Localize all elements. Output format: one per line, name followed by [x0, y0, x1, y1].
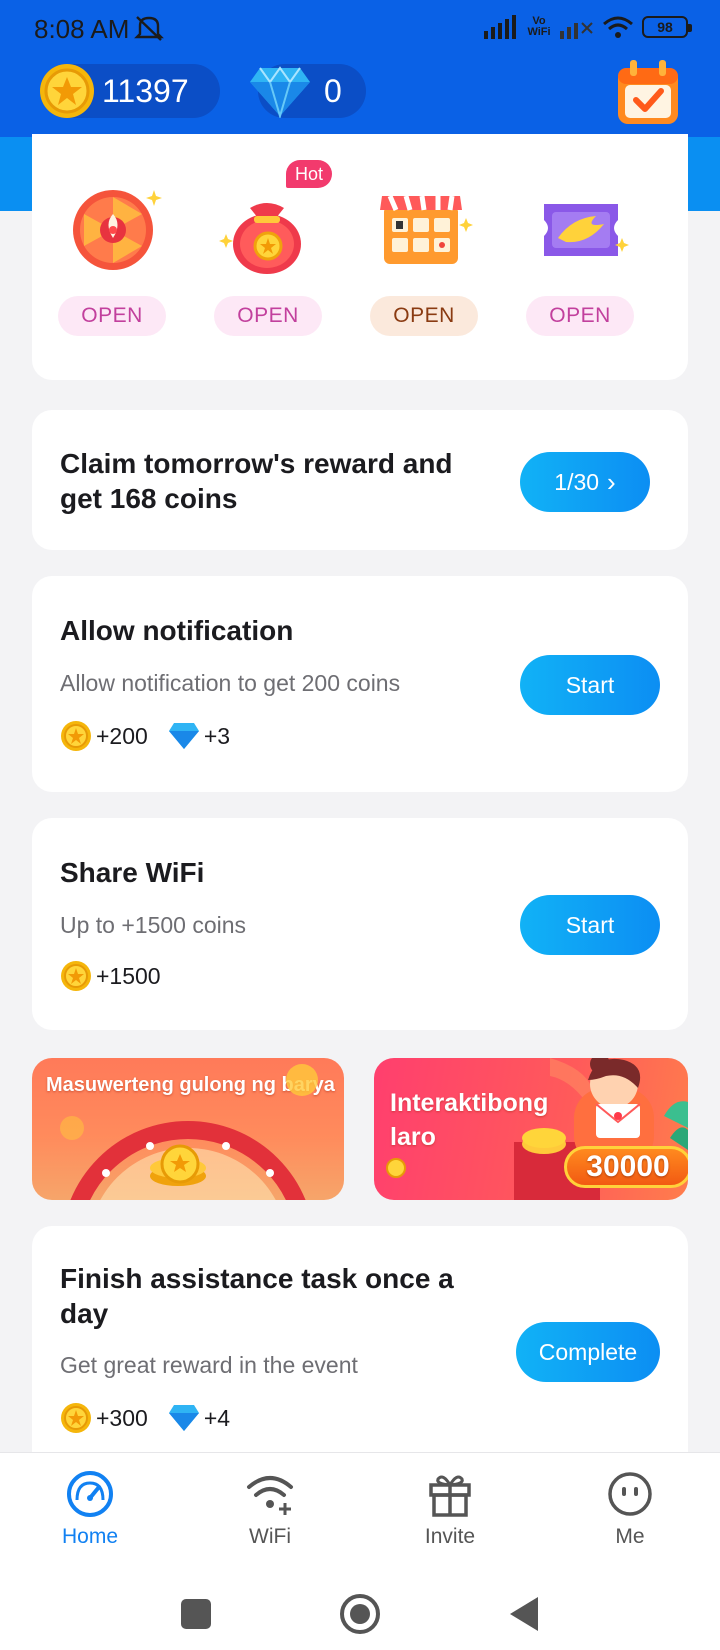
- task-reward: +300 +4: [60, 1402, 230, 1434]
- reward-gems: +4: [203, 1404, 231, 1431]
- checkin-title: Claim tomorrow's reward and get 168 coin…: [60, 448, 453, 514]
- open-button-ticket[interactable]: OPEN: [526, 296, 634, 336]
- banner-title: Interaktibong laro: [390, 1089, 549, 1151]
- money-bag-icon[interactable]: [212, 172, 322, 282]
- status-time: 8:08 AM: [34, 14, 130, 44]
- coin-icon: [61, 1403, 91, 1433]
- open-button-wheel[interactable]: OPEN: [58, 296, 166, 336]
- task-reward: +1500: [60, 960, 161, 992]
- checkin-progress-button[interactable]: 1/30 ›: [520, 452, 650, 512]
- start-button-share-wifi[interactable]: Start: [520, 895, 660, 955]
- back-button[interactable]: [510, 1597, 538, 1631]
- nav-invite[interactable]: Invite: [380, 1469, 520, 1549]
- ticket-icon[interactable]: [526, 172, 636, 282]
- app-header: 8:08 AM Vo WiFi 98 11397 0: [0, 0, 720, 137]
- task-card-share-wifi: Share WiFi Up to +1500 coins +1500 Start: [32, 818, 688, 1030]
- checkin-card[interactable]: Claim tomorrow's reward and get 168 coin…: [32, 410, 688, 550]
- task-card-assistance: Finish assistance task once a day Get gr…: [32, 1226, 688, 1486]
- task-subtitle: Up to +1500 coins: [60, 912, 247, 938]
- chevron-right-icon: ›: [607, 466, 616, 497]
- reward-coins: +300: [96, 1404, 148, 1431]
- bottom-navigation: Home WiFi Invite Me: [0, 1452, 720, 1650]
- coin-count: 11397: [102, 72, 189, 109]
- amount-badge: 30000: [564, 1146, 688, 1188]
- lucky-wheel-icon[interactable]: [58, 172, 168, 282]
- battery-indicator: 98: [642, 16, 692, 38]
- nav-me[interactable]: Me: [560, 1469, 700, 1549]
- nav-wifi[interactable]: WiFi: [200, 1469, 340, 1549]
- diamond-icon: [168, 1405, 199, 1431]
- checkin-progress: 1/30: [554, 468, 600, 495]
- task-subtitle: Get great reward in the event: [60, 1352, 358, 1378]
- complete-button-assistance[interactable]: Complete: [516, 1322, 660, 1382]
- nav-label: Home: [61, 1525, 119, 1548]
- signal-icon: [484, 15, 516, 39]
- nav-label: WiFi: [249, 1525, 291, 1548]
- task-card-notification: Allow notification Allow notification to…: [32, 576, 688, 792]
- task-title: Finish assistance task once a day: [60, 1263, 454, 1329]
- lucky-coin-wheel-banner[interactable]: Masuwerteng gulong ng barya: [32, 1058, 344, 1200]
- diamond-icon: [250, 66, 310, 118]
- reward-coins: +200: [96, 722, 148, 749]
- gem-count: 0: [324, 72, 342, 109]
- nav-label: Me: [615, 1525, 645, 1548]
- reward-gems: +3: [203, 722, 231, 749]
- smiley-icon: [608, 1472, 652, 1516]
- coin-balance[interactable]: 11397: [40, 64, 220, 118]
- status-indicators: Vo WiFi 98: [484, 12, 692, 42]
- wifi-status-icon: [603, 16, 633, 38]
- start-button-notification[interactable]: Start: [520, 655, 660, 715]
- coin-wheel-illustration: [60, 1064, 318, 1200]
- coin-icon: [61, 721, 91, 751]
- open-button-shop[interactable]: OPEN: [370, 296, 478, 336]
- mute-notification-icon: [134, 16, 164, 41]
- gift-icon: [429, 1475, 471, 1517]
- coin-icon: [40, 64, 94, 118]
- vowifi-label: Vo WiFi: [527, 15, 551, 38]
- recent-apps-button[interactable]: [181, 1599, 211, 1629]
- open-button-bag[interactable]: OPEN: [214, 296, 322, 336]
- task-reward: +200 +3: [60, 720, 230, 752]
- shop-grid-icon[interactable]: [366, 172, 476, 282]
- nav-home[interactable]: Home: [20, 1469, 160, 1549]
- signal-off-icon: [560, 22, 593, 39]
- system-navigation-bar: [181, 1594, 538, 1634]
- header-extension: [0, 137, 32, 211]
- task-title: Allow notification: [60, 615, 294, 646]
- task-subtitle: Allow notification to get 200 coins: [60, 670, 401, 696]
- wifi-plus-icon: [247, 1476, 293, 1515]
- coin-icon: [61, 961, 91, 991]
- feature-card: OPEN Hot OPEN OPEN OPEN: [32, 134, 688, 380]
- amount-value: 30000: [586, 1150, 670, 1183]
- task-title: Share WiFi: [60, 857, 205, 888]
- calendar-check-icon[interactable]: [616, 58, 680, 126]
- interactive-game-banner[interactable]: Interaktibong laro 30000: [374, 1058, 688, 1200]
- reward-coins: +1500: [96, 962, 161, 989]
- gem-balance[interactable]: 0: [250, 64, 366, 118]
- speedometer-icon: [67, 1471, 113, 1517]
- diamond-icon: [168, 723, 199, 749]
- header-extension: [688, 137, 720, 211]
- nav-label: Invite: [424, 1525, 476, 1548]
